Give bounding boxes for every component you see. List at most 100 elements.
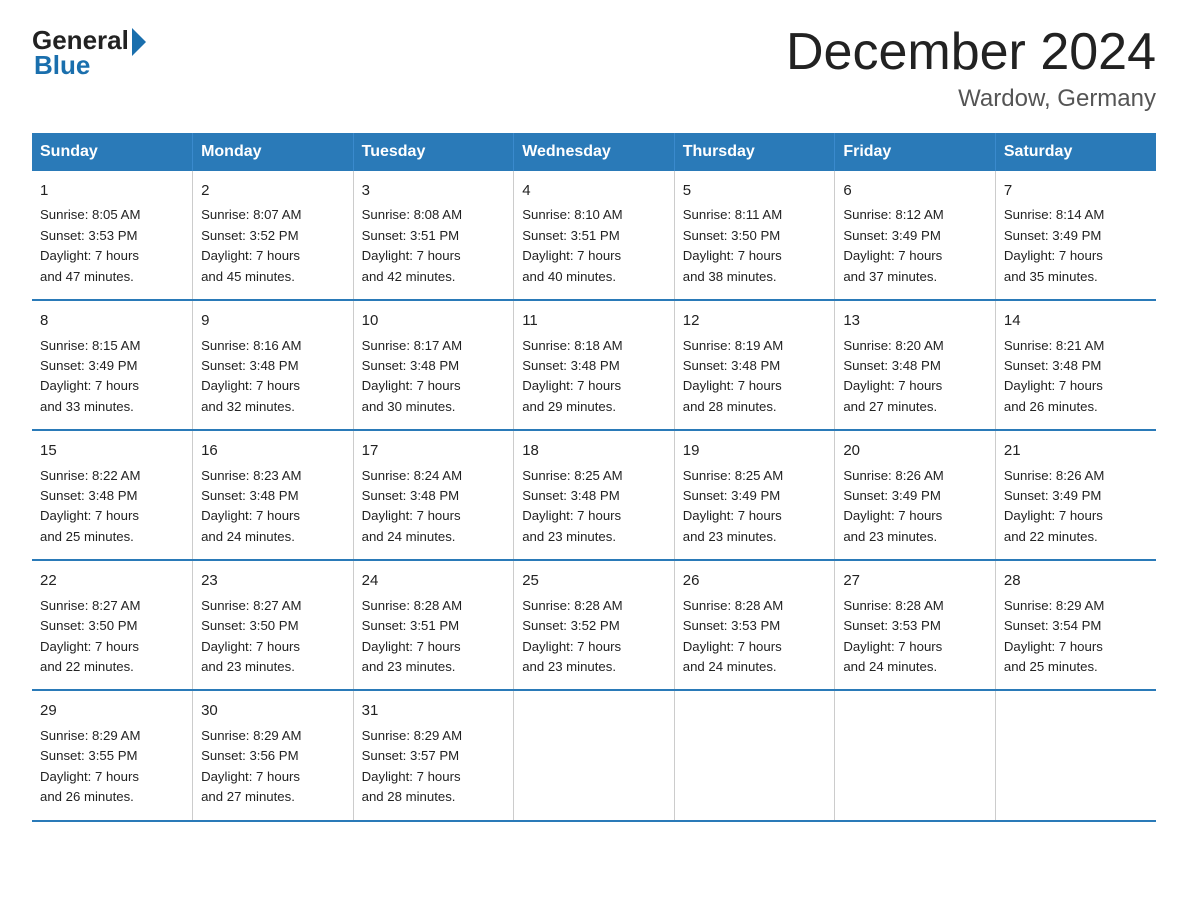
day-info: Sunrise: 8:07 AMSunset: 3:52 PMDaylight:… bbox=[201, 205, 345, 287]
day-number: 4 bbox=[522, 179, 666, 202]
day-number: 6 bbox=[843, 179, 987, 202]
day-info: Sunrise: 8:18 AMSunset: 3:48 PMDaylight:… bbox=[522, 336, 666, 418]
calendar-cell: 22 Sunrise: 8:27 AMSunset: 3:50 PMDayligh… bbox=[32, 560, 193, 690]
day-number: 22 bbox=[40, 569, 184, 592]
day-info: Sunrise: 8:24 AMSunset: 3:48 PMDaylight:… bbox=[362, 466, 506, 548]
calendar-cell: 7 Sunrise: 8:14 AMSunset: 3:49 PMDaylight… bbox=[995, 171, 1156, 300]
day-number: 25 bbox=[522, 569, 666, 592]
calendar-cell: 23Sunrise: 8:27 AMSunset: 3:50 PMDayligh… bbox=[193, 560, 354, 690]
day-number: 15 bbox=[40, 439, 184, 462]
day-info: Sunrise: 8:28 AMSunset: 3:53 PMDaylight:… bbox=[843, 596, 987, 678]
calendar-cell: 12 Sunrise: 8:19 AMSunset: 3:48 PMDayligh… bbox=[674, 300, 835, 430]
day-number: 19 bbox=[683, 439, 827, 462]
col-header-sunday: Sunday bbox=[32, 133, 193, 171]
day-info: Sunrise: 8:29 AMSunset: 3:55 PMDaylight:… bbox=[40, 726, 184, 808]
day-info: Sunrise: 8:10 AMSunset: 3:51 PMDaylight:… bbox=[522, 205, 666, 287]
day-number: 31 bbox=[362, 699, 506, 722]
day-number: 23 bbox=[201, 569, 345, 592]
calendar-cell: 5 Sunrise: 8:11 AMSunset: 3:50 PMDaylight… bbox=[674, 171, 835, 300]
calendar-cell: 19 Sunrise: 8:25 AMSunset: 3:49 PMDayligh… bbox=[674, 430, 835, 560]
calendar-cell: 28 Sunrise: 8:29 AMSunset: 3:54 PMDayligh… bbox=[995, 560, 1156, 690]
day-number: 11 bbox=[522, 309, 666, 332]
col-header-tuesday: Tuesday bbox=[353, 133, 514, 171]
calendar-cell: 4 Sunrise: 8:10 AMSunset: 3:51 PMDaylight… bbox=[514, 171, 675, 300]
day-info: Sunrise: 8:12 AMSunset: 3:49 PMDaylight:… bbox=[843, 205, 987, 287]
day-number: 9 bbox=[201, 309, 345, 332]
day-info: Sunrise: 8:20 AMSunset: 3:48 PMDaylight:… bbox=[843, 336, 987, 418]
calendar-cell: 21 Sunrise: 8:26 AMSunset: 3:49 PMDayligh… bbox=[995, 430, 1156, 560]
day-number: 21 bbox=[1004, 439, 1148, 462]
calendar-header-row: SundayMondayTuesdayWednesdayThursdayFrid… bbox=[32, 133, 1156, 171]
day-info: Sunrise: 8:29 AMSunset: 3:56 PMDaylight:… bbox=[201, 726, 345, 808]
day-number: 18 bbox=[522, 439, 666, 462]
day-info: Sunrise: 8:28 AMSunset: 3:52 PMDaylight:… bbox=[522, 596, 666, 678]
day-info: Sunrise: 8:15 AMSunset: 3:49 PMDaylight:… bbox=[40, 336, 184, 418]
calendar-week-row: 1Sunrise: 8:05 AMSunset: 3:53 PMDaylight… bbox=[32, 171, 1156, 300]
day-info: Sunrise: 8:17 AMSunset: 3:48 PMDaylight:… bbox=[362, 336, 506, 418]
day-number: 28 bbox=[1004, 569, 1148, 592]
calendar-week-row: 8 Sunrise: 8:15 AMSunset: 3:49 PMDaylight… bbox=[32, 300, 1156, 430]
day-number: 2 bbox=[201, 179, 345, 202]
calendar-cell bbox=[835, 690, 996, 820]
day-info: Sunrise: 8:29 AMSunset: 3:54 PMDaylight:… bbox=[1004, 596, 1148, 678]
calendar-week-row: 29Sunrise: 8:29 AMSunset: 3:55 PMDayligh… bbox=[32, 690, 1156, 820]
calendar-cell: 24 Sunrise: 8:28 AMSunset: 3:51 PMDayligh… bbox=[353, 560, 514, 690]
day-number: 13 bbox=[843, 309, 987, 332]
col-header-wednesday: Wednesday bbox=[514, 133, 675, 171]
day-info: Sunrise: 8:16 AMSunset: 3:48 PMDaylight:… bbox=[201, 336, 345, 418]
day-number: 5 bbox=[683, 179, 827, 202]
calendar-cell: 3 Sunrise: 8:08 AMSunset: 3:51 PMDaylight… bbox=[353, 171, 514, 300]
day-info: Sunrise: 8:14 AMSunset: 3:49 PMDaylight:… bbox=[1004, 205, 1148, 287]
calendar-cell bbox=[514, 690, 675, 820]
calendar-table: SundayMondayTuesdayWednesdayThursdayFrid… bbox=[32, 133, 1156, 821]
day-info: Sunrise: 8:28 AMSunset: 3:53 PMDaylight:… bbox=[683, 596, 827, 678]
col-header-thursday: Thursday bbox=[674, 133, 835, 171]
day-info: Sunrise: 8:29 AMSunset: 3:57 PMDaylight:… bbox=[362, 726, 506, 808]
day-info: Sunrise: 8:19 AMSunset: 3:48 PMDaylight:… bbox=[683, 336, 827, 418]
calendar-cell: 17 Sunrise: 8:24 AMSunset: 3:48 PMDayligh… bbox=[353, 430, 514, 560]
calendar-cell bbox=[674, 690, 835, 820]
day-info: Sunrise: 8:26 AMSunset: 3:49 PMDaylight:… bbox=[843, 466, 987, 548]
calendar-week-row: 22 Sunrise: 8:27 AMSunset: 3:50 PMDayligh… bbox=[32, 560, 1156, 690]
calendar-cell: 30Sunrise: 8:29 AMSunset: 3:56 PMDayligh… bbox=[193, 690, 354, 820]
col-header-friday: Friday bbox=[835, 133, 996, 171]
day-number: 27 bbox=[843, 569, 987, 592]
calendar-cell: 20 Sunrise: 8:26 AMSunset: 3:49 PMDayligh… bbox=[835, 430, 996, 560]
calendar-cell: 29Sunrise: 8:29 AMSunset: 3:55 PMDayligh… bbox=[32, 690, 193, 820]
calendar-cell: 11 Sunrise: 8:18 AMSunset: 3:48 PMDayligh… bbox=[514, 300, 675, 430]
day-info: Sunrise: 8:21 AMSunset: 3:48 PMDaylight:… bbox=[1004, 336, 1148, 418]
day-number: 20 bbox=[843, 439, 987, 462]
day-info: Sunrise: 8:23 AMSunset: 3:48 PMDaylight:… bbox=[201, 466, 345, 548]
day-number: 10 bbox=[362, 309, 506, 332]
calendar-cell: 31 Sunrise: 8:29 AMSunset: 3:57 PMDayligh… bbox=[353, 690, 514, 820]
day-info: Sunrise: 8:28 AMSunset: 3:51 PMDaylight:… bbox=[362, 596, 506, 678]
calendar-cell: 27 Sunrise: 8:28 AMSunset: 3:53 PMDayligh… bbox=[835, 560, 996, 690]
page-header: General Blue December 2024 Wardow, Germa… bbox=[32, 24, 1156, 113]
day-number: 14 bbox=[1004, 309, 1148, 332]
day-info: Sunrise: 8:26 AMSunset: 3:49 PMDaylight:… bbox=[1004, 466, 1148, 548]
calendar-cell: 13 Sunrise: 8:20 AMSunset: 3:48 PMDayligh… bbox=[835, 300, 996, 430]
day-info: Sunrise: 8:27 AMSunset: 3:50 PMDaylight:… bbox=[40, 596, 184, 678]
day-number: 26 bbox=[683, 569, 827, 592]
calendar-cell: 16 Sunrise: 8:23 AMSunset: 3:48 PMDayligh… bbox=[193, 430, 354, 560]
day-number: 3 bbox=[362, 179, 506, 202]
day-number: 24 bbox=[362, 569, 506, 592]
calendar-subtitle: Wardow, Germany bbox=[786, 85, 1156, 113]
calendar-cell: 25 Sunrise: 8:28 AMSunset: 3:52 PMDayligh… bbox=[514, 560, 675, 690]
calendar-cell: 8 Sunrise: 8:15 AMSunset: 3:49 PMDaylight… bbox=[32, 300, 193, 430]
col-header-monday: Monday bbox=[193, 133, 354, 171]
day-info: Sunrise: 8:25 AMSunset: 3:49 PMDaylight:… bbox=[683, 466, 827, 548]
day-number: 8 bbox=[40, 309, 184, 332]
day-number: 17 bbox=[362, 439, 506, 462]
day-info: Sunrise: 8:11 AMSunset: 3:50 PMDaylight:… bbox=[683, 205, 827, 287]
day-number: 16 bbox=[201, 439, 345, 462]
logo-blue-text: Blue bbox=[34, 50, 90, 81]
logo: General Blue bbox=[32, 24, 146, 81]
day-info: Sunrise: 8:08 AMSunset: 3:51 PMDaylight:… bbox=[362, 205, 506, 287]
logo-triangle-icon bbox=[132, 28, 146, 56]
calendar-cell: 6 Sunrise: 8:12 AMSunset: 3:49 PMDaylight… bbox=[835, 171, 996, 300]
day-number: 12 bbox=[683, 309, 827, 332]
calendar-title: December 2024 bbox=[786, 24, 1156, 81]
day-number: 1 bbox=[40, 179, 184, 202]
day-number: 7 bbox=[1004, 179, 1148, 202]
